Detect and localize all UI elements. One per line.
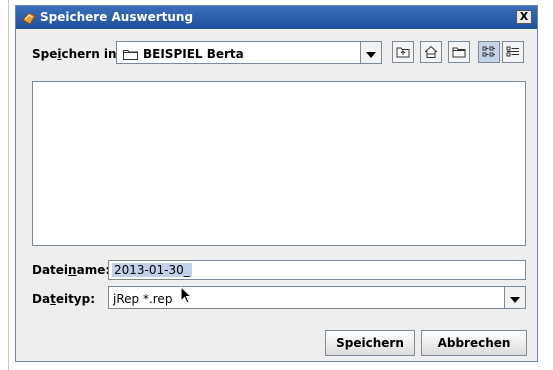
chevron-down-icon[interactable]: [504, 287, 525, 308]
window-edge-line: [8, 0, 9, 370]
app-icon: [22, 12, 36, 25]
filename-label: Dateiname:: [32, 263, 111, 277]
file-list[interactable]: [32, 81, 526, 246]
chevron-down-icon[interactable]: [360, 42, 381, 63]
filename-value: 2013-01-30_: [112, 263, 192, 277]
filename-input[interactable]: 2013-01-30_: [108, 260, 526, 280]
list-view-icon: [482, 46, 495, 57]
save-in-dropdown[interactable]: BEISPIEL Berta: [116, 41, 382, 64]
filetype-dropdown[interactable]: jRep *.rep: [108, 286, 526, 309]
save-in-label: Speichern in:: [32, 47, 122, 61]
cancel-button[interactable]: Abbrechen: [421, 330, 527, 356]
title-bar[interactable]: Speichere Auswertung X: [16, 6, 537, 29]
close-button[interactable]: X: [516, 10, 532, 24]
filetype-label: Dateityp:: [32, 292, 96, 306]
home-button[interactable]: [420, 41, 442, 63]
details-view-button[interactable]: [502, 41, 524, 63]
save-button[interactable]: Speichern: [325, 330, 415, 356]
window-title: Speichere Auswertung: [40, 10, 194, 24]
details-view-icon: [506, 46, 519, 57]
filetype-value: jRep *.rep: [113, 292, 173, 306]
up-one-level-icon: [396, 47, 410, 58]
up-one-level-button[interactable]: [392, 41, 414, 63]
new-folder-button[interactable]: [448, 41, 470, 63]
home-icon: [424, 45, 438, 58]
new-folder-icon: [452, 47, 466, 58]
folder-icon: [123, 50, 138, 60]
save-in-value: BEISPIEL Berta: [143, 47, 244, 61]
list-view-button[interactable]: [478, 41, 500, 63]
save-dialog: Speichere Auswertung X Speichern in: BEI…: [15, 5, 538, 362]
mouse-cursor-icon: [180, 286, 193, 304]
